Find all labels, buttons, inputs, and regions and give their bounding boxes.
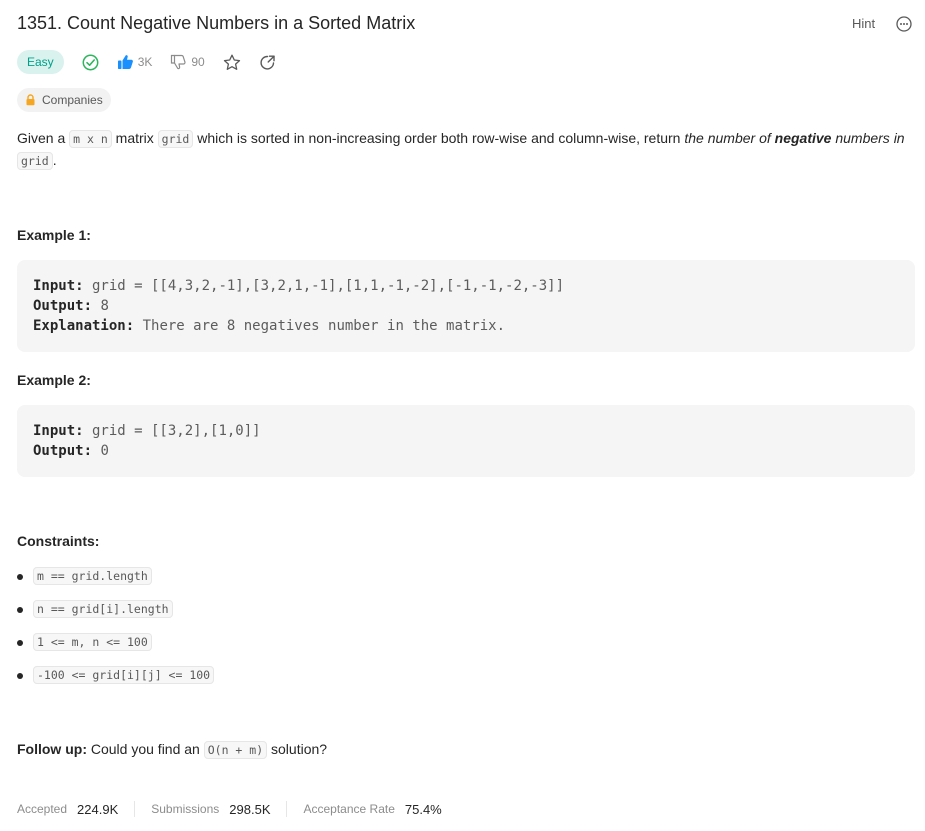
accepted-label: Accepted xyxy=(17,802,68,816)
star-icon xyxy=(223,54,240,70)
accepted-value: 224.9K xyxy=(77,801,119,817)
desc-text: . xyxy=(52,152,57,168)
share-icon xyxy=(260,55,275,70)
inline-code: O(n + m) xyxy=(203,741,268,759)
desc-emphasis: numbers in xyxy=(831,130,905,146)
divider xyxy=(134,801,136,817)
input-label: Input: xyxy=(33,423,84,439)
problem-page: 1351. Count Negative Numbers in a Sorted… xyxy=(0,0,925,831)
dislikes-count: 90 xyxy=(191,55,205,69)
input-value: grid = [[3,2],[1,0]] xyxy=(83,423,261,439)
constraints-list: m == grid.length n == grid[i].length 1 <… xyxy=(17,567,215,699)
inline-code: m == grid.length xyxy=(33,567,152,585)
input-value: grid = [[4,3,2,-1],[3,2,1,-1],[1,1,-1,-2… xyxy=(83,278,565,294)
list-item: n == grid[i].length xyxy=(17,600,214,633)
dislike-button[interactable]: 90 xyxy=(170,54,205,70)
explanation-label: Explanation: xyxy=(33,318,135,334)
inline-code: grid xyxy=(17,152,53,170)
follow-up: Follow up: Could you find an O(n + m) so… xyxy=(17,741,328,759)
follow-up-text: solution? xyxy=(267,741,328,757)
acceptance-rate-value: 75.4% xyxy=(404,801,442,817)
submissions-value: 298.5K xyxy=(229,801,271,817)
output-value: 0 xyxy=(92,443,109,459)
check-circle-icon xyxy=(82,54,99,70)
follow-up-text: Could you find an xyxy=(86,741,204,757)
desc-text: matrix xyxy=(111,130,158,146)
companies-label: Companies xyxy=(42,93,103,107)
like-button[interactable]: 3K xyxy=(117,54,153,70)
desc-strong: negative xyxy=(774,130,832,146)
example-2-heading: Example 2: xyxy=(17,372,91,388)
share-button[interactable] xyxy=(259,54,276,71)
example-1-box: Input: grid = [[4,3,2,-1],[3,2,1,-1],[1,… xyxy=(17,260,915,352)
inline-code: n == grid[i].length xyxy=(33,600,173,618)
problem-meta-row: Easy 3K 90 xyxy=(17,50,294,74)
lock-icon xyxy=(26,94,35,106)
inline-code: -100 <= grid[i][j] <= 100 xyxy=(33,666,215,684)
follow-up-label: Follow up: xyxy=(17,741,87,757)
likes-count: 3K xyxy=(137,55,153,69)
list-item: m == grid.length xyxy=(17,567,214,600)
hint-button[interactable]: Hint xyxy=(852,16,875,31)
output-label: Output: xyxy=(33,443,93,459)
example-2-box: Input: grid = [[3,2],[1,0]] Output: 0 xyxy=(17,405,915,477)
more-options-icon[interactable] xyxy=(896,16,912,32)
inline-code: 1 <= m, n <= 100 xyxy=(33,633,152,651)
stats-bar: Accepted 224.9K Submissions 298.5K Accep… xyxy=(17,801,442,817)
inline-code: grid xyxy=(157,130,194,148)
explanation-value: There are 8 negatives number in the matr… xyxy=(134,318,506,334)
thumbs-down-icon xyxy=(171,54,186,70)
divider xyxy=(286,801,288,817)
inline-code: m x n xyxy=(69,130,112,148)
desc-text: which is sorted in non-increasing order … xyxy=(193,130,685,146)
output-label: Output: xyxy=(33,298,93,314)
desc-emphasis: the number of xyxy=(684,130,775,146)
list-item: 1 <= m, n <= 100 xyxy=(17,633,214,666)
output-value: 8 xyxy=(92,298,109,314)
favorite-button[interactable] xyxy=(223,54,241,71)
difficulty-badge: Easy xyxy=(17,50,64,74)
problem-description: Given a m x n matrix grid which is sorte… xyxy=(17,128,912,172)
input-label: Input: xyxy=(33,278,84,294)
desc-text: Given a xyxy=(17,130,70,146)
companies-tag[interactable]: Companies xyxy=(17,88,111,112)
constraints-heading: Constraints: xyxy=(17,533,100,549)
thumbs-up-icon xyxy=(117,55,133,69)
solved-status xyxy=(82,54,99,71)
list-item: -100 <= grid[i][j] <= 100 xyxy=(17,666,215,699)
submissions-label: Submissions xyxy=(151,802,220,816)
problem-title: 1351. Count Negative Numbers in a Sorted… xyxy=(17,13,416,33)
acceptance-rate-label: Acceptance Rate xyxy=(303,802,395,816)
example-1-heading: Example 1: xyxy=(17,227,91,243)
